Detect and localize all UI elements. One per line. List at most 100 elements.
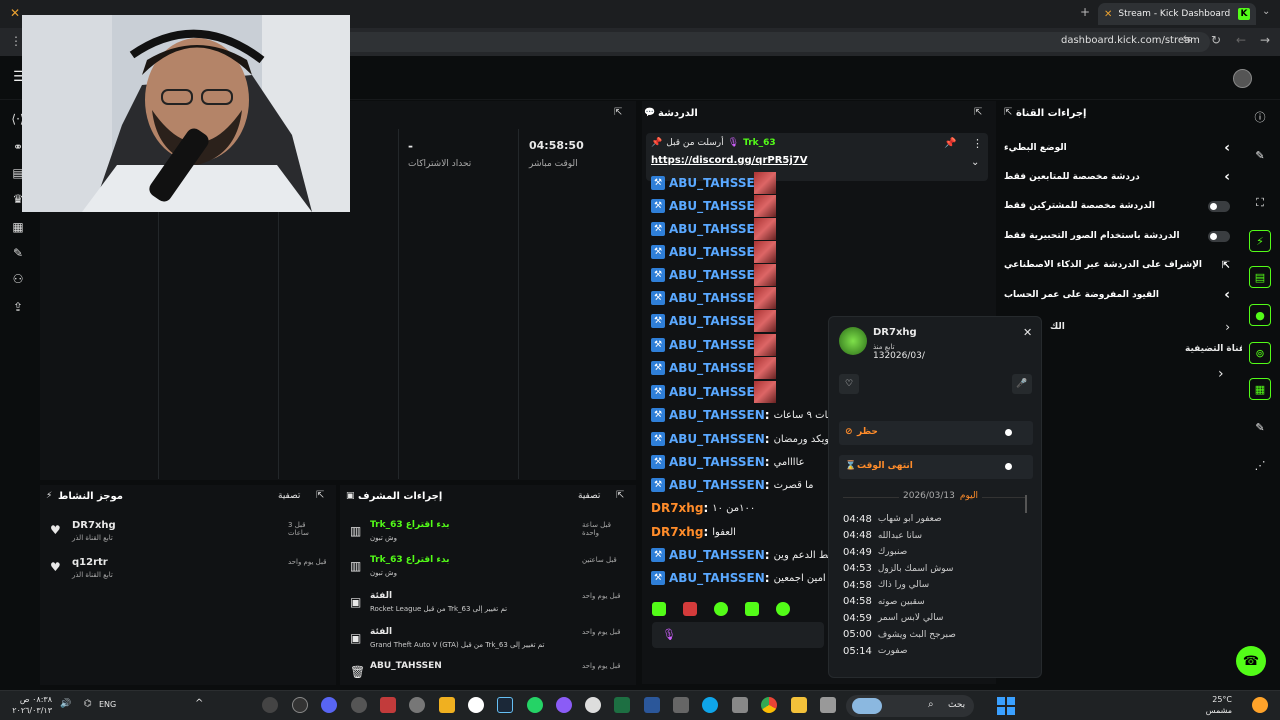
back-icon[interactable]: ← (1236, 33, 1246, 47)
setting-row[interactable]: › دردشة مخصصة للمتابعين فقط (1004, 168, 1230, 186)
setting-row[interactable]: ⇱ الإشراف على الدردشة عبر الذكاء الاصطناع… (1004, 256, 1230, 274)
app-icon-15[interactable] (673, 697, 689, 713)
chat-message[interactable]: ⚒ ABU_TAHSSEN: روابط الدعم وين (651, 546, 844, 564)
featured-chevron-icon[interactable]: › (1218, 366, 1224, 382)
chat-username[interactable]: ABU_TAHSSEN (669, 245, 765, 259)
avatar[interactable] (1233, 69, 1252, 88)
app-icon-17[interactable] (732, 697, 748, 713)
layout-icon[interactable]: ▦ (1249, 378, 1271, 400)
setting-row[interactable]: الدردشة باستخدام الصور التحبيرية فقط (1004, 227, 1230, 245)
chat-username[interactable]: ABU_TAHSSEN (669, 408, 765, 422)
taskbar-search[interactable]: بحث ⌕ (846, 695, 974, 717)
file-explorer-icon[interactable] (791, 697, 807, 713)
pinned-menu-icon[interactable]: ⋮ (972, 137, 983, 150)
chat-input[interactable]: 🎙 (652, 622, 824, 648)
chat-message[interactable]: ⚒ ABU_TAHSSEN: عاااامي (651, 453, 805, 471)
whatsapp-icon[interactable] (527, 697, 543, 713)
mod-action-item[interactable]: ▥ Trk_63 بدء اقتراع وش تبون قبل ساعتين (348, 554, 628, 584)
setting-row[interactable]: › الوضع البطيء (1004, 139, 1230, 157)
chat-message[interactable]: DR7xhg:۱۰۰من ۱۰ (651, 499, 755, 517)
chat-username[interactable]: DR7xhg (651, 525, 703, 539)
chat-username[interactable]: ABU_TAHSSEN (669, 268, 765, 282)
reload-icon[interactable]: ↻ (1211, 33, 1221, 47)
ban-row[interactable]: ⊘ حظر (839, 421, 1033, 445)
app-icon-1[interactable] (262, 697, 278, 713)
chat-username[interactable]: ABU_TAHSSEN (669, 222, 765, 236)
forward-icon[interactable]: → (1260, 33, 1270, 47)
browser-tab[interactable]: ✕ Stream - Kick Dashboard K (1098, 3, 1256, 25)
upload-icon[interactable]: ⇪ (11, 300, 25, 314)
pinned-link[interactable]: https://discord.gg/qrPR5j7V (651, 155, 808, 166)
emote-3-icon[interactable] (714, 602, 728, 616)
expand-chat-icon[interactable]: ⇱ (974, 107, 982, 118)
app-icon-2[interactable] (292, 697, 308, 713)
expand-settings-icon[interactable]: ⇱ (1004, 107, 1012, 118)
chat-username[interactable]: ABU_TAHSSEN (669, 176, 765, 190)
discord-icon[interactable] (321, 697, 337, 713)
chrome-icon[interactable] (761, 697, 777, 713)
tab-close-icon[interactable]: ✕ (1104, 9, 1112, 20)
app-icon-11[interactable] (556, 697, 572, 713)
heart-button[interactable]: ♡ (839, 374, 859, 394)
emote-5-icon[interactable] (776, 602, 790, 616)
chat-username[interactable]: DR7xhg (651, 501, 703, 515)
setting-row[interactable]: الدردشة مخصصة للمشتركين فقط (1004, 197, 1230, 215)
activity-item[interactable]: ♥ DR7xhg تابع القناة الذر قبل 3 ساعات (48, 519, 328, 549)
timeout-row[interactable]: ⌛ انتهى الوقت (839, 455, 1033, 479)
mod-action-item[interactable]: ▣ الفئة Rocket League من قبل Trk_63 تم تغي… (348, 590, 628, 620)
chat-message[interactable]: ⚒ ABU_TAHSSEN: امين اجمعين (651, 569, 826, 587)
mod-filter[interactable]: تصفية (578, 491, 600, 501)
weather-widget[interactable]: 25°C مشمس (1188, 694, 1232, 716)
activity-filter[interactable]: تصفية (278, 491, 300, 501)
chat-username[interactable]: ABU_TAHSSEN (669, 548, 765, 562)
app-icon-7[interactable] (439, 697, 455, 713)
chat-username[interactable]: ABU_TAHSSEN (669, 338, 765, 352)
network-icon[interactable]: ⌬ (84, 699, 92, 709)
windows-start-icon[interactable] (997, 697, 1015, 715)
history-scrollbar[interactable] (1025, 495, 1027, 513)
share-icon[interactable]: ⋰ (1249, 454, 1271, 476)
document-icon[interactable]: ▤ (1249, 266, 1271, 288)
chat-bubble-icon[interactable]: ● (1249, 304, 1271, 326)
site-settings-icon[interactable]: ⇆ (1183, 34, 1191, 45)
emote-4-icon[interactable] (745, 602, 759, 616)
support-chat-icon[interactable]: ☎ (1236, 646, 1266, 676)
menu-dots-icon[interactable]: ⋮ (10, 34, 22, 48)
activity-item[interactable]: ♥ q12rtr تابع القناة الذر قبل يوم واحد (48, 556, 328, 586)
external-link-icon[interactable]: ⇱ (1222, 260, 1230, 271)
app-icon-8[interactable] (468, 697, 484, 713)
chat-username[interactable]: ABU_TAHSSEN (669, 432, 765, 446)
url-text[interactable]: dashboard.kick.com/stream (1061, 35, 1200, 46)
emote-1-icon[interactable] (652, 602, 666, 616)
chat-username[interactable]: ABU_TAHSSEN (669, 314, 765, 328)
chat-username[interactable]: ABU_TAHSSEN (669, 199, 765, 213)
chat-username[interactable]: ABU_TAHSSEN (669, 571, 765, 585)
volume-icon[interactable]: 🔊 (60, 699, 71, 709)
chevron-right-icon[interactable]: › (1224, 287, 1230, 303)
edge-icon[interactable] (702, 697, 718, 713)
word-icon[interactable] (644, 697, 660, 713)
chat-message[interactable]: DR7xhg: العفوا (651, 523, 736, 541)
chat-message[interactable]: ⚒ ABU_TAHSSEN: ويكد ورمضان (651, 430, 829, 448)
app-icon-12[interactable] (585, 697, 601, 713)
pinned-user[interactable]: Trk_63 (743, 138, 776, 148)
close-window-icon[interactable]: ✕ (10, 6, 20, 20)
chat-username[interactable]: ABU_TAHSSEN (669, 455, 765, 469)
mute-button[interactable]: 🎤 (1012, 374, 1032, 394)
setting-toggle[interactable] (1208, 230, 1230, 242)
emote-2-icon[interactable] (683, 602, 697, 616)
wrench-icon[interactable]: ✎ (11, 246, 25, 260)
collapse-pinned-icon[interactable]: ⌄ (971, 157, 979, 168)
chatgpt-icon[interactable] (409, 697, 425, 713)
setting-row[interactable]: › القيود المفروضة على عمر الحساب (1004, 286, 1230, 304)
setting-toggle[interactable] (1208, 200, 1230, 212)
lightning-icon[interactable]: ⚡ (1249, 230, 1271, 252)
tray-expand-icon[interactable]: ^ (195, 698, 203, 709)
chevron-right-icon[interactable]: › (1224, 169, 1230, 185)
chevron-right-icon[interactable]: › (1224, 140, 1230, 156)
broadcast-icon[interactable]: ⊚ (1249, 342, 1271, 364)
edit-icon[interactable]: ✎ (1249, 144, 1271, 166)
close-popup-icon[interactable]: ✕ (1023, 326, 1032, 339)
chat-message[interactable]: ⚒ABU_TAHSSEN:ت بات ۹ ساعات (651, 406, 843, 424)
chat-username[interactable]: ABU_TAHSSEN (669, 361, 765, 375)
